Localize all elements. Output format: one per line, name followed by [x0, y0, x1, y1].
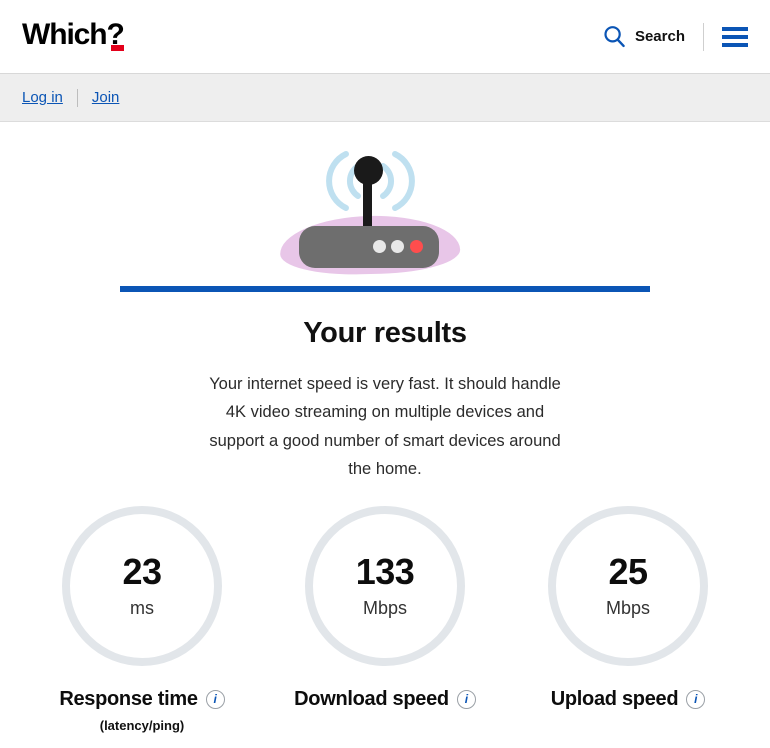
gauge-label-row: Upload speed i [551, 688, 706, 711]
search-icon [603, 25, 626, 48]
gauge-download-speed: 133 Mbps Download speed i [264, 505, 507, 718]
gauge-unit: Mbps [605, 598, 650, 618]
hamburger-menu-icon[interactable] [704, 26, 748, 47]
site-header: Which? Search [0, 0, 770, 74]
logo-red-bar [110, 45, 124, 51]
wifi-router-icon [279, 138, 490, 278]
gauge-label-row: Response time i [59, 687, 225, 711]
results-panel: Your results Your internet speed is very… [120, 286, 650, 484]
gauge-label-row: Download speed i [294, 688, 476, 711]
info-icon[interactable]: i [205, 689, 225, 709]
gauge-value: 25 [608, 551, 648, 592]
join-link[interactable]: Join [92, 89, 120, 106]
page-title: Your results [303, 317, 467, 349]
hero-illustration [0, 122, 770, 278]
results-description: Your internet speed is very fast. It sho… [209, 375, 561, 479]
gauge-label: Response time [59, 687, 198, 710]
gauge-ring: 23 ms [62, 505, 222, 666]
router-led-3 [410, 240, 423, 253]
gauge-upload-speed: 25 Mbps Upload speed i [507, 505, 750, 718]
burger-bar [722, 26, 748, 31]
search-button[interactable]: Search [603, 25, 703, 48]
gauge-unit: Mbps [362, 598, 407, 618]
info-icon[interactable]: i [686, 689, 706, 709]
gauge-value: 23 [122, 551, 162, 592]
which-logo[interactable]: Which? [22, 18, 125, 53]
login-link[interactable]: Log in [22, 89, 63, 106]
burger-bar [722, 42, 748, 47]
account-bar: Log in Join [0, 74, 770, 122]
gauge-unit: ms [130, 598, 154, 618]
gauge-label: Upload speed [550, 687, 679, 710]
gauge-value: 133 [355, 551, 415, 592]
gauge-sublabel: (latency/ping) [99, 717, 185, 733]
gauge-ring: 25 Mbps [548, 505, 708, 666]
router-led-2 [391, 240, 404, 253]
burger-bar [722, 34, 748, 39]
account-bar-divider [76, 88, 78, 107]
gauge-ring: 133 Mbps [305, 505, 465, 666]
results-accent-rule [120, 286, 650, 292]
gauge-response-time: 23 ms Response time i (latency/ping) [21, 505, 264, 733]
gauge-label: Download speed [294, 687, 449, 710]
header-actions: Search [603, 22, 748, 51]
speed-gauges: 23 ms Response time i (latency/ping) 133… [0, 505, 770, 733]
info-icon[interactable]: i [456, 689, 476, 709]
logo-question-mark: ? [106, 18, 125, 51]
logo-text: Which [22, 18, 108, 51]
search-label: Search [634, 28, 685, 45]
router-led-1 [373, 240, 386, 253]
router-antenna-tip [354, 156, 383, 185]
